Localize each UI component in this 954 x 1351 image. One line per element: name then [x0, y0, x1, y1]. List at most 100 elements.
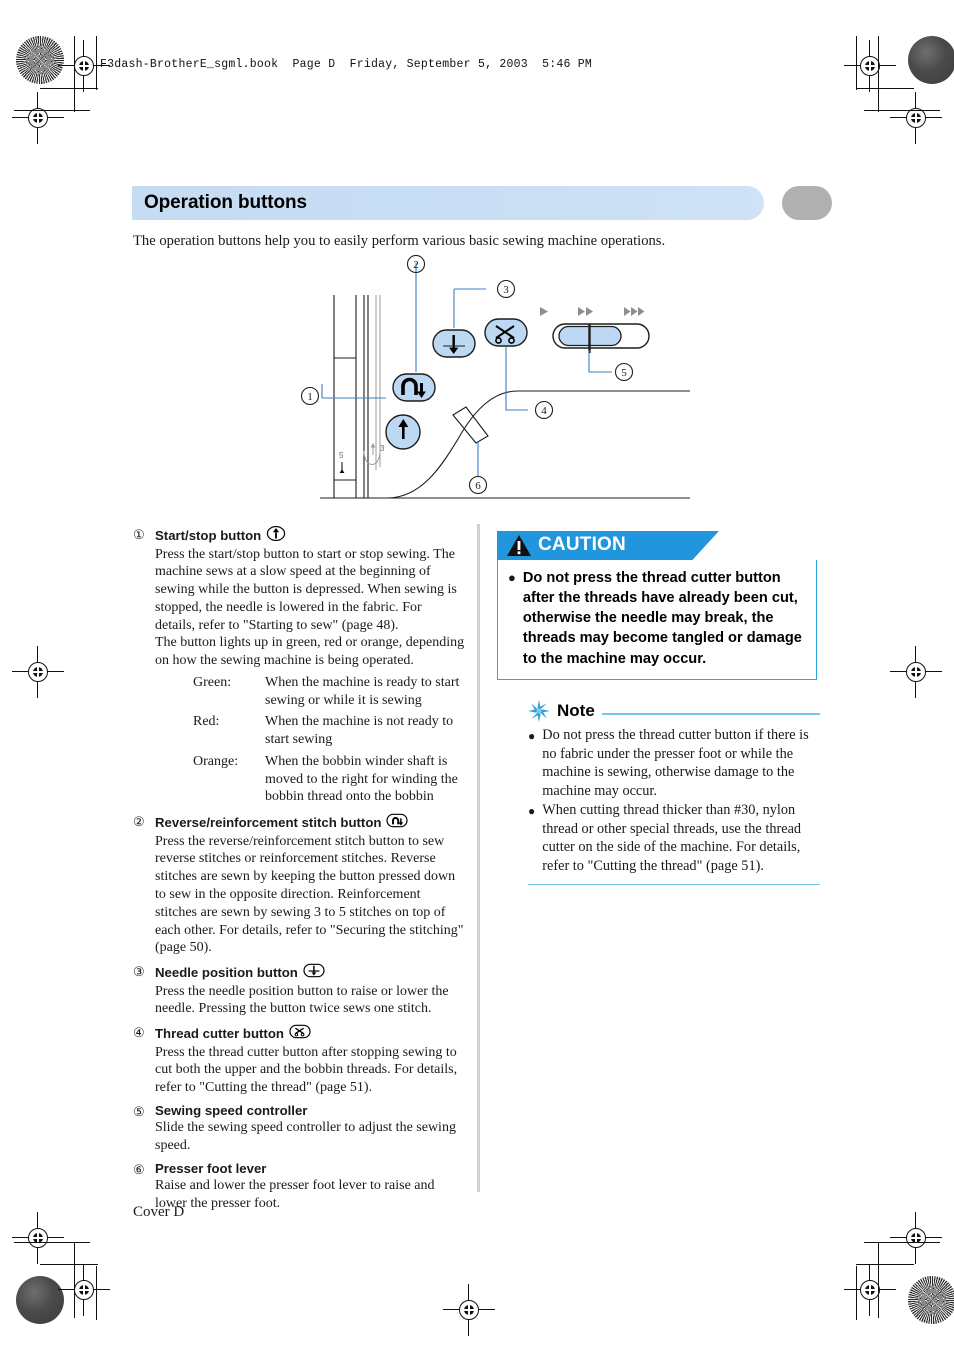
crop-mark-bottom-right-v2 — [856, 1266, 858, 1320]
page-footer: Cover D — [133, 1204, 185, 1220]
status-desc-green: When the machine is ready to start sewin… — [265, 674, 460, 708]
sewing-machine-diagram: .ln{fill:none;stroke:#1d1d1b;stroke-widt… — [290, 255, 690, 505]
item-heading: Reverse/reinforcement stitch button — [155, 813, 465, 833]
crop-mark-top-left-v — [74, 36, 76, 112]
status-desc-orange: When the bobbin winder shaft is moved to… — [265, 753, 458, 805]
crop-mark-bottom-right-h2 — [856, 1264, 914, 1266]
svg-text:6: 6 — [475, 480, 481, 492]
item-body: Raise and lower the presser foot lever t… — [155, 1178, 435, 1212]
item-heading: Presser foot lever — [155, 1161, 465, 1178]
note-bottom-rule — [528, 883, 820, 886]
svg-text:3: 3 — [503, 284, 509, 296]
item-heading: Thread cutter button — [155, 1024, 465, 1044]
item-heading: Sewing speed controller — [155, 1103, 465, 1120]
crop-mark-bottom-right-h — [864, 1242, 940, 1244]
note-box: Note ● Do not press the thread cutter bu… — [528, 698, 820, 886]
callout-number: ④ — [133, 1025, 145, 1041]
item-body-secondary: The button lights up in green, red or or… — [155, 635, 465, 669]
note-header-rule — [601, 713, 820, 715]
warning-triangle-icon — [507, 535, 531, 556]
svg-text:5: 5 — [339, 451, 344, 460]
callout-number: ⑤ — [133, 1103, 145, 1119]
item-title: Thread cutter button — [155, 1025, 284, 1041]
list-item: ④ Thread cutter button Press the thread … — [133, 1024, 465, 1097]
note-text: Do not press the thread cutter button if… — [542, 727, 809, 799]
list-item: ⑤ Sewing speed controller Slide the sewi… — [133, 1103, 465, 1155]
item-title: Sewing speed controller — [155, 1102, 308, 1118]
registration-crosshair-top-right-inner — [890, 92, 942, 144]
caution-header: CAUTION — [497, 531, 817, 560]
item-heading: Start/stop button — [155, 525, 465, 546]
item-body: Press the reverse/reinforcement stitch b… — [155, 833, 464, 956]
crop-mark-bottom-left-v2 — [96, 1266, 98, 1320]
list-item: ② Reverse/reinforcement stitch button Pr… — [133, 813, 465, 957]
list-item: ③ Needle position button Press the needl… — [133, 963, 465, 1018]
list-item: ● Do not press the thread cutter button … — [528, 726, 820, 800]
registration-crosshair-top-right — [844, 40, 896, 92]
caution-body: ● Do not press the thread cutter button … — [497, 560, 817, 680]
crop-mark-bottom-left-h2 — [40, 1264, 98, 1266]
starburst-icon — [528, 700, 550, 722]
registration-solid-circle-topright — [908, 36, 954, 84]
status-label-orange: Orange: — [193, 753, 239, 769]
crop-mark-top-left-v2 — [96, 36, 98, 90]
left-column: ① Start/stop button Press the start/stop… — [133, 525, 465, 1220]
svg-text:3: 3 — [380, 444, 385, 453]
registration-crosshair-top-left-inner — [12, 92, 64, 144]
svg-text:4: 4 — [541, 405, 547, 417]
item-title: Presser foot lever — [155, 1160, 267, 1176]
bullet-icon: ● — [528, 729, 536, 743]
status-label-green: Green: — [193, 674, 232, 690]
crop-mark-bottom-left-v — [74, 1242, 76, 1318]
item-title: Needle position button — [155, 964, 298, 980]
crop-mark-top-right-v2 — [856, 36, 858, 90]
item-body: Press the thread cutter button after sto… — [155, 1044, 458, 1096]
needle-position-button-icon — [303, 963, 325, 983]
note-header: Note — [528, 698, 820, 724]
start-stop-button-icon — [266, 525, 286, 546]
caution-bullet-row: ● Do not press the thread cutter button … — [508, 568, 806, 669]
title-bar-gray-cap — [782, 186, 832, 220]
note-list: ● Do not press the thread cutter button … — [528, 726, 820, 876]
table-row: Green: When the machine is ready to star… — [193, 674, 465, 710]
svg-text:2: 2 — [413, 259, 419, 271]
callout-number: ② — [133, 814, 145, 830]
registration-crosshair-bottom-right-inner — [890, 1212, 942, 1264]
item-title: Reverse/reinforcement stitch button — [155, 814, 382, 830]
status-desc-red: When the machine is not ready to start s… — [265, 714, 454, 748]
list-item: ① Start/stop button Press the start/stop… — [133, 525, 465, 806]
crop-mark-top-right-v — [878, 36, 880, 112]
crop-mark-bottom-left-h — [14, 1242, 90, 1244]
bullet-icon: ● — [528, 804, 536, 819]
crop-mark-top-right-h — [864, 110, 940, 112]
registration-crosshair-mid-right — [890, 646, 942, 698]
callout-number: ① — [133, 527, 145, 542]
svg-text:5: 5 — [621, 367, 627, 379]
section-intro-text: The operation buttons help you to easily… — [133, 233, 666, 249]
registration-crosshair-bottom-left-inner — [12, 1212, 64, 1264]
svg-text:1: 1 — [307, 391, 313, 403]
registration-crosshair-mid-left — [12, 646, 64, 698]
table-row: Orange: When the bobbin winder shaft is … — [193, 753, 465, 806]
caution-text: Do not press the thread cutter button af… — [522, 570, 802, 667]
caution-box: CAUTION ● Do not press the thread cutter… — [497, 531, 817, 680]
item-body: Press the needle position button to rais… — [155, 983, 449, 1017]
page-title: Operation buttons — [144, 192, 307, 213]
item-heading: Needle position button — [155, 963, 465, 983]
caution-label: CAUTION — [538, 534, 626, 555]
registration-crosshair-bottom-left — [58, 1264, 110, 1316]
registration-crosshair-bottom-right — [844, 1264, 896, 1316]
crop-mark-top-left-h — [14, 110, 90, 112]
thread-cutter-button-icon — [289, 1024, 311, 1044]
crop-mark-top-right-h2 — [856, 88, 914, 90]
bullet-icon: ● — [508, 570, 516, 585]
list-item: ● When cutting thread thicker than #30, … — [528, 801, 820, 875]
item-body: Press the start/stop button to start or … — [155, 546, 457, 633]
status-color-table: Green: When the machine is ready to star… — [193, 674, 465, 806]
note-label: Note — [557, 701, 595, 720]
registration-moire-circle-bottomright — [908, 1276, 954, 1324]
item-body: Slide the sewing speed controller to adj… — [155, 1120, 456, 1154]
column-divider — [477, 524, 480, 1192]
section-title-bar: Operation buttons — [132, 186, 832, 220]
crop-mark-top-left-h2 — [40, 88, 98, 90]
